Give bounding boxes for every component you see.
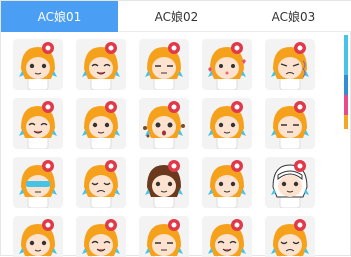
- sticker-thinking[interactable]: [202, 98, 252, 149]
- sticker-sneeze[interactable]: [202, 157, 252, 208]
- sticker-sketch[interactable]: [265, 157, 315, 208]
- sticker-peek-4[interactable]: [202, 216, 252, 257]
- sticker-peek-3[interactable]: [139, 216, 189, 257]
- sticker-peek-5[interactable]: [265, 216, 315, 257]
- sticker-peek-2[interactable]: [76, 216, 126, 257]
- scroll-segment: [344, 95, 348, 115]
- sticker-smile-shirt[interactable]: [76, 39, 126, 90]
- sticker-angry[interactable]: [265, 39, 315, 90]
- emoticon-panel: AC娘01 AC娘02 AC娘03: [0, 0, 351, 257]
- sticker-grid: [13, 39, 333, 257]
- sticker-sleepy[interactable]: [265, 98, 315, 149]
- tab-ac02[interactable]: AC娘02: [118, 1, 235, 32]
- scrollbar[interactable]: [344, 35, 348, 245]
- sticker-sad[interactable]: [76, 157, 126, 208]
- tab-ac03[interactable]: AC娘03: [235, 1, 351, 32]
- sticker-dark-brown[interactable]: [139, 157, 189, 208]
- sticker-peek-1[interactable]: [13, 216, 63, 257]
- sticker-messy[interactable]: [76, 98, 126, 149]
- tab-bar: AC娘01 AC娘02 AC娘03: [1, 1, 351, 32]
- scroll-segment: [344, 115, 348, 129]
- scroll-segment: [344, 35, 348, 75]
- sticker-squint[interactable]: [139, 39, 189, 90]
- scroll-segment: [344, 75, 348, 95]
- sticker-shock-dots[interactable]: [139, 98, 189, 149]
- sticker-happy[interactable]: [13, 98, 63, 149]
- sticker-love[interactable]: [202, 39, 252, 90]
- sticker-neutral[interactable]: [13, 39, 63, 90]
- tab-ac01[interactable]: AC娘01: [1, 1, 118, 32]
- sticker-glasses[interactable]: [13, 157, 63, 208]
